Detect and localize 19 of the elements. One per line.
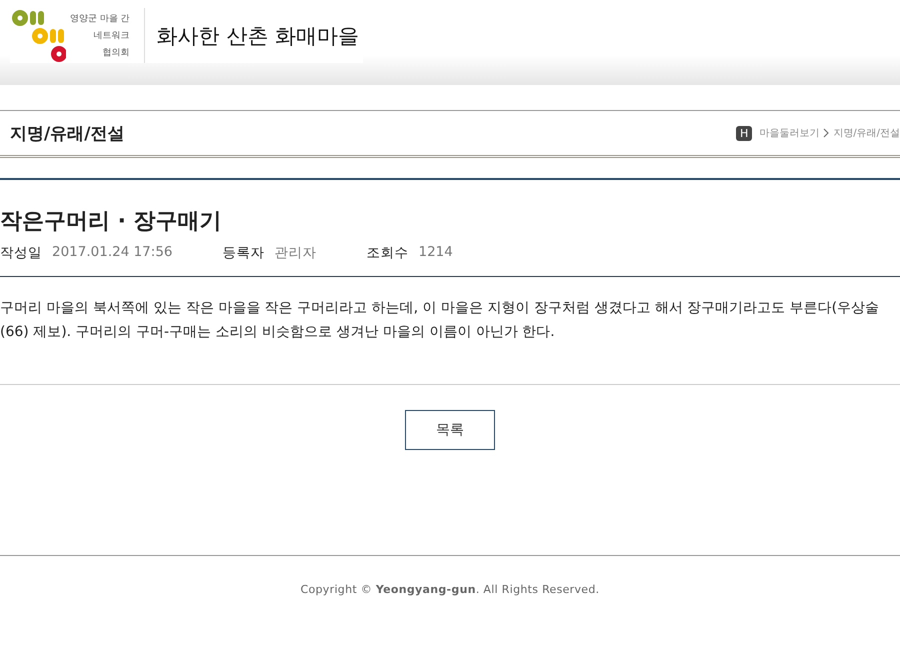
home-badge[interactable]: H xyxy=(736,126,752,140)
logo-text: 네트워크 xyxy=(94,30,130,42)
logo-text: 영양군 마을 간 xyxy=(70,13,130,25)
page-title: 지명/유래/전설 xyxy=(10,122,124,144)
meta-label: 작성일 xyxy=(0,244,42,262)
site-title[interactable]: 화사한 산촌 화매마을 xyxy=(156,22,364,50)
meta-value: 1214 xyxy=(418,244,453,262)
chevron-icon xyxy=(823,128,830,138)
breadcrumb-item[interactable]: 마을둘러보기 xyxy=(759,126,820,140)
meta-value: 2017.01.24 17:56 xyxy=(52,244,172,262)
meta-value: 관리자 xyxy=(274,244,316,262)
logo-text: 협의회 xyxy=(102,47,130,59)
meta-label: 등록자 xyxy=(222,244,264,262)
post-title: 작은구머리 · 장구매기 xyxy=(0,208,223,236)
meta-label: 조회수 xyxy=(366,244,408,262)
breadcrumb-item[interactable]: 지명/유래/전설 xyxy=(833,126,900,140)
list-button[interactable]: 목록 xyxy=(405,410,495,450)
post-body: 구머리 마을의 북서쪽에 있는 작은 마을을 작은 구머리라고 하는데, 이 마을은 지형이 장구처럼 생겼다고 해서 장구매기라고도 부른다(우상술(66) 제보). 구머리의 구머-구매는 소리의 비슷함으로 생겨난 마을의 이름이 아닌가 한다. xyxy=(0,277,900,385)
copyright-text: Copyright © Yeongyang-gun. All Rights Reserved. xyxy=(300,583,600,596)
